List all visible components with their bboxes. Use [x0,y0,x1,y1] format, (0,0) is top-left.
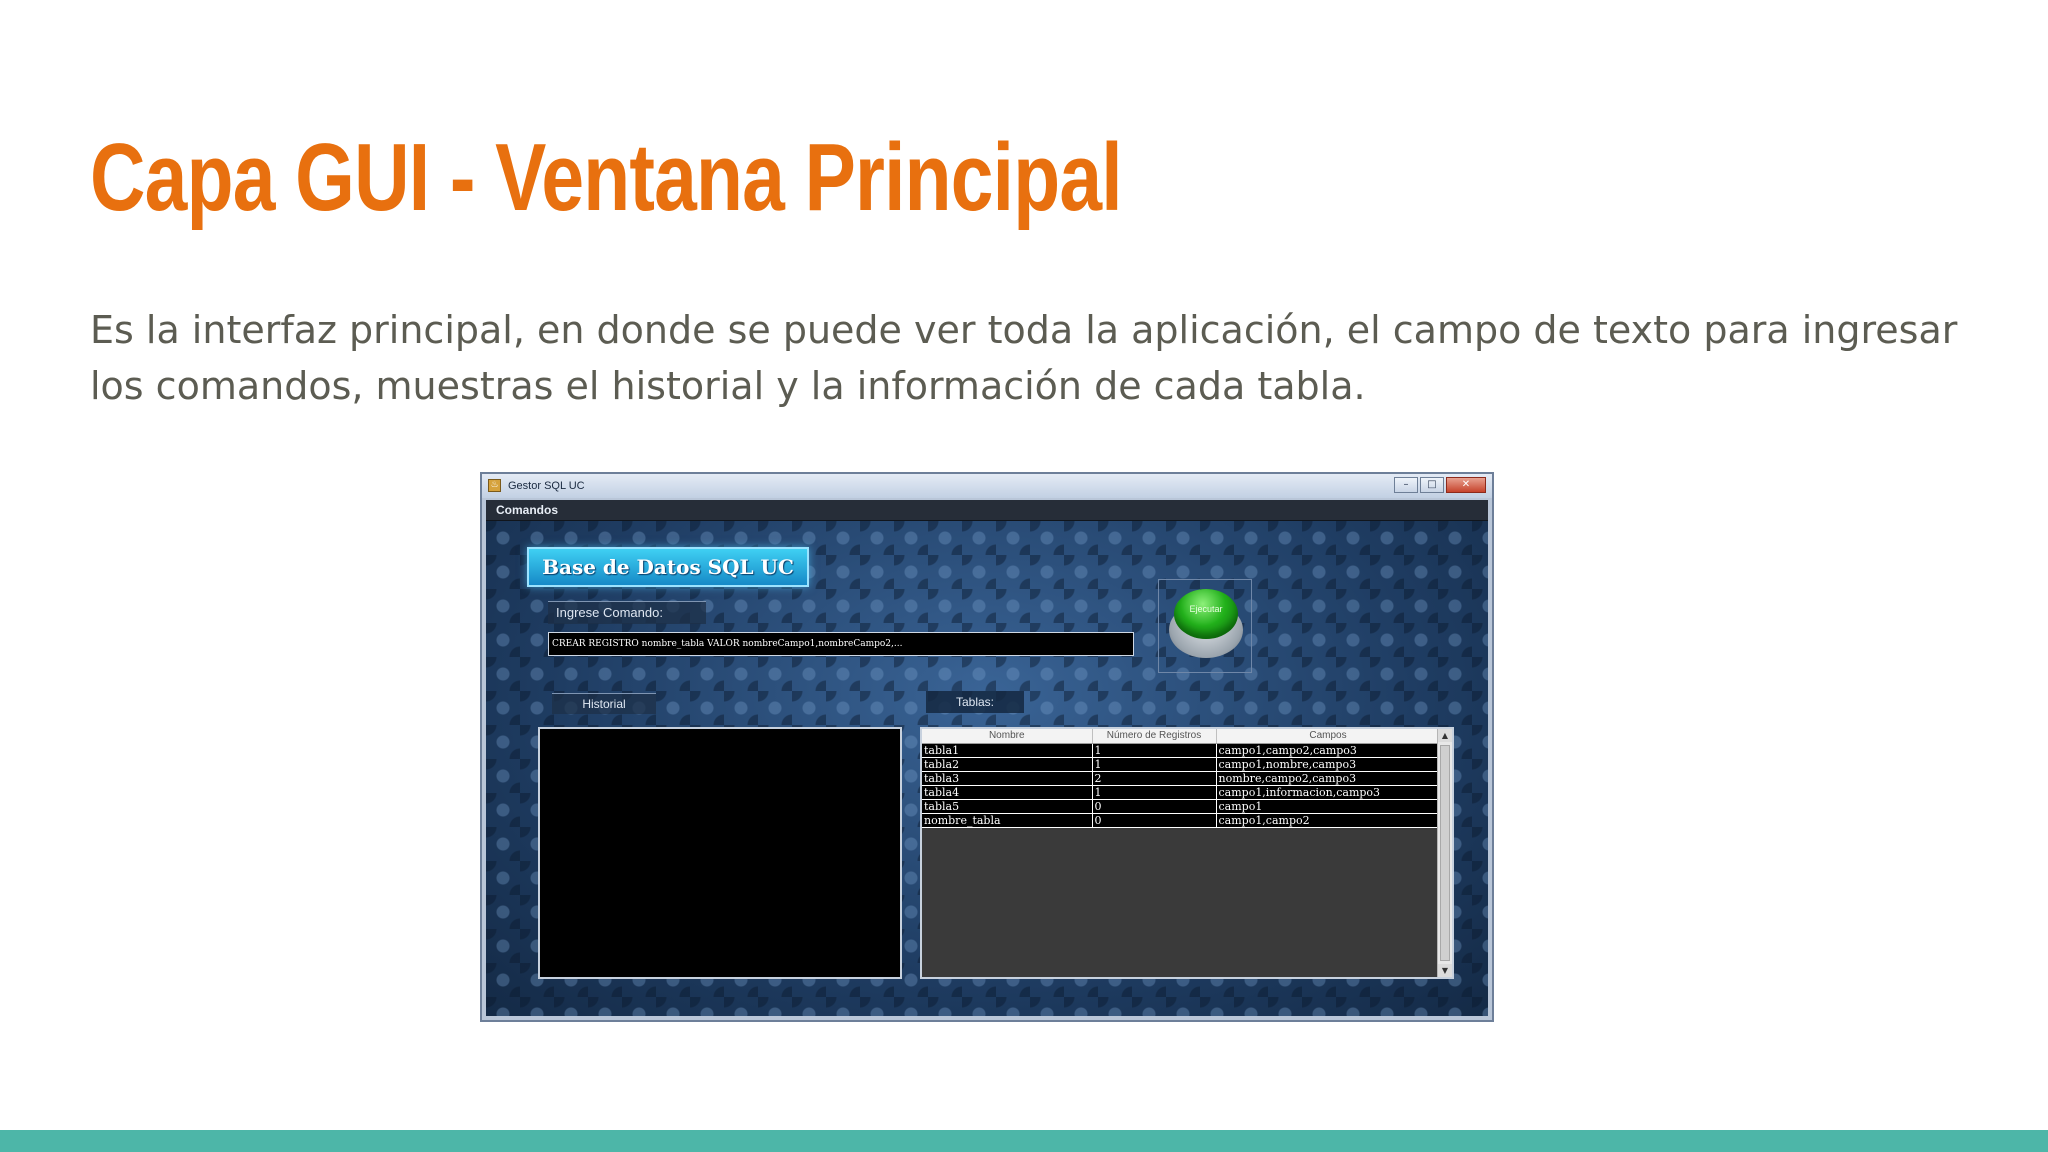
app-screenshot-window: ♨ Gestor SQL UC – □ ✕ Comandos Base de D… [480,472,1494,1022]
slide-description: Es la interfaz principal, en donde se pu… [90,308,1958,408]
table-cell-count: 1 [1092,743,1217,758]
table-cell-name: nombre_tabla [922,813,1093,828]
tables-scrollbar[interactable]: ▲ ▼ [1437,729,1452,977]
chevron-up-icon[interactable]: ▲ [1438,729,1452,742]
table-cell-fields: campo1,campo2,campo3 [1216,743,1441,758]
table-cell-fields: campo1,nombre,campo3 [1216,757,1441,772]
column-header-nombre[interactable]: Nombre [922,729,1093,744]
execute-button[interactable]: Ejecutar [1174,589,1238,639]
tables-panel[interactable]: Nombre Número de Registros Campos tabla1… [920,727,1454,979]
table-row[interactable]: tabla1 1 campo1,campo2,campo3 [922,743,1441,758]
database-banner: Base de Datos SQL UC [527,547,809,587]
minimize-icon[interactable]: – [1394,477,1418,493]
table-row[interactable]: tabla2 1 campo1,nombre,campo3 [922,757,1441,772]
table-cell-fields: campo1 [1216,799,1441,814]
table-cell-fields: campo1,campo2 [1216,813,1441,828]
tables-grid: Nombre Número de Registros Campos tabla1… [922,729,1441,828]
table-row[interactable]: tabla4 1 campo1,informacion,campo3 [922,785,1441,800]
table-cell-name: tabla2 [922,757,1093,772]
table-cell-name: tabla5 [922,799,1093,814]
window-controls: – □ ✕ [1394,477,1486,493]
table-cell-count: 1 [1092,785,1217,800]
table-cell-fields: nombre,campo2,campo3 [1216,771,1441,786]
column-header-campos[interactable]: Campos [1216,729,1441,744]
table-cell-name: tabla3 [922,771,1093,786]
table-cell-count: 1 [1092,757,1217,772]
table-cell-count: 2 [1092,771,1217,786]
java-app-icon: ♨ [488,479,501,492]
bottom-accent-bar [0,1130,2048,1152]
scroll-thumb[interactable] [1440,745,1450,961]
tablas-label: Tablas: [926,691,1024,713]
table-cell-name: tabla1 [922,743,1093,758]
table-row[interactable]: tabla5 0 campo1 [922,799,1441,814]
command-label: Ingrese Comando: [548,601,706,624]
historial-label: Historial [552,693,656,714]
table-cell-count: 0 [1092,799,1217,814]
table-cell-count: 0 [1092,813,1217,828]
maximize-icon[interactable]: □ [1420,477,1444,493]
table-row[interactable]: nombre_tabla 0 campo1,campo2 [922,813,1441,828]
slide-title: Capa GUI - Ventana Principal [90,124,1123,231]
tables-header-row: Nombre Número de Registros Campos [922,729,1441,744]
table-row[interactable]: tabla3 2 nombre,campo2,campo3 [922,771,1441,786]
window-title: Gestor SQL UC [508,480,585,492]
command-input[interactable]: CREAR REGISTRO nombre_tabla VALOR nombre… [548,632,1134,656]
app-content-area: Base de Datos SQL UC Ingrese Comando: CR… [486,521,1488,1016]
chevron-down-icon[interactable]: ▼ [1438,964,1452,977]
table-cell-fields: campo1,informacion,campo3 [1216,785,1441,800]
historial-panel[interactable] [538,727,902,979]
menu-bar: Comandos [486,500,1488,521]
close-icon[interactable]: ✕ [1446,477,1486,493]
menu-item-comandos[interactable]: Comandos [496,502,558,518]
table-cell-name: tabla4 [922,785,1093,800]
column-header-registros[interactable]: Número de Registros [1092,729,1217,744]
execute-button-frame: Ejecutar [1158,579,1252,673]
window-titlebar: ♨ Gestor SQL UC – □ ✕ [482,474,1492,498]
